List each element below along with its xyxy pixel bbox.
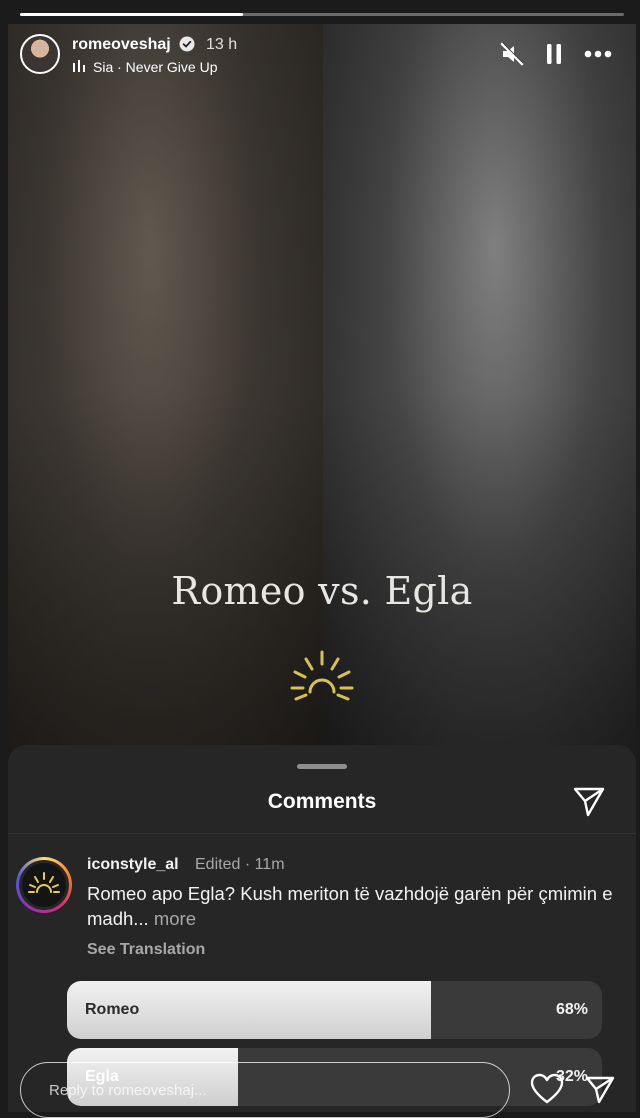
- send-icon[interactable]: [584, 1073, 616, 1105]
- mute-icon: [500, 42, 524, 66]
- story-header: romeoveshaj 13 h Sia · Never Give Up: [20, 30, 620, 82]
- username[interactable]: romeoveshaj: [72, 36, 171, 54]
- more-options-button[interactable]: [584, 40, 612, 68]
- comment-avatar[interactable]: [16, 857, 72, 913]
- mute-button[interactable]: [498, 40, 526, 68]
- music-label[interactable]: Sia · Never Give Up: [93, 59, 217, 75]
- poll-option-romeo[interactable]: Romeo 68%: [67, 981, 602, 1039]
- poll-option-percent: 68%: [555, 1001, 588, 1018]
- poll-option-label: Romeo: [85, 1001, 140, 1018]
- verified-badge-icon: [179, 36, 195, 52]
- story-progress-fill: [20, 13, 244, 16]
- avatar[interactable]: [20, 34, 60, 74]
- post-time: 13 h: [206, 36, 238, 53]
- story-overlay-title: Romeo vs. Egla: [171, 569, 473, 613]
- sun-logo-icon: [290, 650, 354, 701]
- comments-title: Comments: [267, 790, 377, 813]
- heart-icon[interactable]: [530, 1073, 564, 1105]
- pause-icon: [547, 44, 561, 64]
- comments-sheet: Comments iconstyle_al Edited · 11m Romeo…: [8, 745, 636, 1112]
- sun-logo-icon: [28, 872, 60, 893]
- reply-input[interactable]: [47, 1077, 491, 1103]
- more-link[interactable]: more: [154, 908, 196, 929]
- story-progress-bar: [20, 13, 624, 16]
- divider: [8, 833, 636, 834]
- sheet-drag-handle[interactable]: [297, 764, 347, 769]
- see-translation-link[interactable]: See Translation: [87, 941, 205, 959]
- comment-text: Romeo apo Egla? Kush meriton të vazhdojë…: [87, 881, 617, 931]
- comment-meta: Edited · 11m: [195, 856, 285, 873]
- story-media[interactable]: Romeo vs. Egla: [8, 24, 636, 764]
- music-bars-icon: [73, 60, 85, 72]
- reply-field[interactable]: [20, 1062, 510, 1118]
- pause-button[interactable]: [540, 40, 568, 68]
- more-icon: [584, 50, 612, 58]
- comment-username[interactable]: iconstyle_al: [87, 856, 179, 874]
- send-icon[interactable]: [571, 783, 607, 819]
